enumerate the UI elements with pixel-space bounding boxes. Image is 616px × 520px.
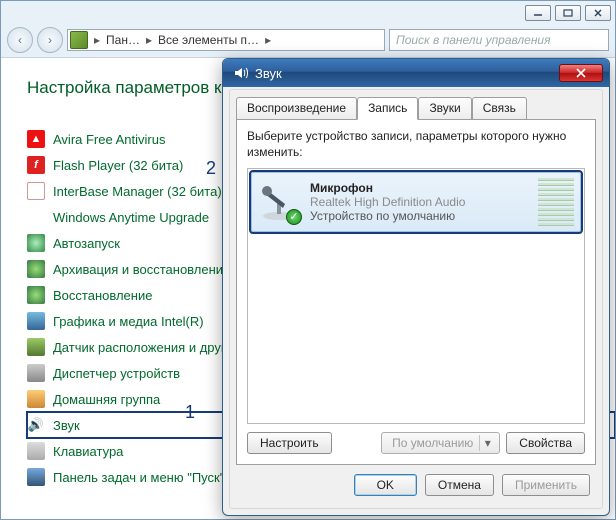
cp-item-label: Автозапуск bbox=[53, 236, 120, 251]
breadcrumb-separator: ▸ bbox=[144, 33, 154, 47]
set-default-dropdown[interactable]: По умолчанию ▾ bbox=[381, 432, 500, 454]
ok-button[interactable]: OK bbox=[354, 474, 417, 496]
control-panel-icon bbox=[70, 31, 88, 49]
sound-icon: 🔊 bbox=[27, 416, 45, 434]
dialog-buttons: OK Отмена Применить bbox=[354, 474, 590, 496]
device-row-microphone[interactable]: ✓ Микрофон Realtek High Definition Audio… bbox=[251, 172, 581, 232]
cancel-button[interactable]: Отмена bbox=[425, 474, 494, 496]
microphone-icon: ✓ bbox=[258, 181, 300, 223]
cp-item-label: Датчик расположения и други bbox=[53, 340, 233, 355]
speaker-icon bbox=[233, 65, 249, 81]
cp-item-label: Графика и медиа Intel(R) bbox=[53, 314, 204, 329]
breadcrumb-separator: ▸ bbox=[92, 33, 102, 47]
tab-pane-recording: Выберите устройство записи, параметры ко… bbox=[236, 119, 596, 465]
taskbar-icon bbox=[27, 468, 45, 486]
cp-item-label: Клавиатура bbox=[53, 444, 123, 459]
display-icon bbox=[27, 312, 45, 330]
annotation-2: 2 bbox=[206, 158, 216, 179]
address-bar[interactable]: ▸ Пан… ▸ Все элементы п… ▸ bbox=[67, 29, 385, 51]
refresh-icon bbox=[27, 260, 45, 278]
cp-item-label: Архивация и восстановление bbox=[53, 262, 230, 277]
configure-button[interactable]: Настроить bbox=[247, 432, 332, 454]
ib-icon bbox=[27, 182, 45, 200]
search-input[interactable]: Поиск в панели управления bbox=[389, 29, 609, 51]
cp-item-label: Flash Player (32 бита) bbox=[53, 158, 183, 173]
maximize-button[interactable] bbox=[555, 5, 581, 21]
close-button[interactable] bbox=[585, 5, 611, 21]
cp-item-label: Восстановление bbox=[53, 288, 152, 303]
refresh-icon bbox=[27, 286, 45, 304]
cp-item-label: Звук bbox=[53, 418, 80, 433]
tab-sounds[interactable]: Звуки bbox=[418, 97, 471, 120]
device-name: Микрофон bbox=[310, 181, 528, 195]
level-meter bbox=[538, 178, 574, 226]
annotation-1: 1 bbox=[185, 402, 195, 423]
device-status: Устройство по умолчанию bbox=[310, 209, 528, 223]
tab-recording[interactable]: Запись bbox=[357, 97, 418, 120]
default-check-icon: ✓ bbox=[286, 209, 302, 225]
win-icon bbox=[27, 208, 45, 226]
dialog-titlebar: Звук bbox=[223, 59, 609, 87]
properties-button[interactable]: Свойства bbox=[506, 432, 585, 454]
home-icon bbox=[27, 390, 45, 408]
tab-bar: Воспроизведение Запись Звуки Связь bbox=[236, 96, 602, 119]
avira-icon: ▲ bbox=[27, 130, 45, 148]
set-default-label: По умолчанию bbox=[392, 436, 473, 450]
breadcrumb-separator: ▸ bbox=[263, 33, 273, 47]
breadcrumb-seg-2[interactable]: Все элементы п… bbox=[158, 33, 259, 47]
dialog-close-button[interactable] bbox=[559, 64, 603, 82]
dialog-body: Воспроизведение Запись Звуки Связь Выбер… bbox=[229, 89, 603, 509]
nav-back-button[interactable]: ‹ bbox=[7, 27, 33, 53]
window-titlebar bbox=[1, 1, 615, 25]
kbd-icon bbox=[27, 442, 45, 460]
device-info: Микрофон Realtek High Definition Audio У… bbox=[310, 181, 528, 223]
device-pane-buttons: Настроить По умолчанию ▾ Свойства bbox=[247, 432, 585, 454]
device-list[interactable]: ✓ Микрофон Realtek High Definition Audio… bbox=[247, 168, 585, 424]
sound-dialog: Звук Воспроизведение Запись Звуки Связь … bbox=[222, 58, 610, 516]
cp-item-label: Windows Anytime Upgrade bbox=[53, 210, 209, 225]
instruction-text: Выберите устройство записи, параметры ко… bbox=[247, 128, 585, 160]
tab-playback[interactable]: Воспроизведение bbox=[236, 97, 357, 120]
navbar: ‹ › ▸ Пан… ▸ Все элементы п… ▸ Поиск в п… bbox=[1, 25, 615, 55]
nav-forward-button[interactable]: › bbox=[37, 27, 63, 53]
device-icon bbox=[27, 364, 45, 382]
tab-comm[interactable]: Связь bbox=[472, 97, 527, 120]
cp-item-label: InterBase Manager (32 бита) bbox=[53, 184, 222, 199]
apply-button[interactable]: Применить bbox=[502, 474, 590, 496]
minimize-button[interactable] bbox=[525, 5, 551, 21]
cp-item-label: Домашняя группа bbox=[53, 392, 160, 407]
cp-item-label: Панель задач и меню "Пуск" bbox=[53, 470, 224, 485]
device-driver: Realtek High Definition Audio bbox=[310, 195, 528, 209]
cp-item-label: Диспетчер устройств bbox=[53, 366, 180, 381]
cp-item-label: Avira Free Antivirus bbox=[53, 132, 165, 147]
chevron-down-icon: ▾ bbox=[479, 435, 495, 451]
dialog-title: Звук bbox=[255, 66, 282, 81]
sensor-icon bbox=[27, 338, 45, 356]
flash-icon: f bbox=[27, 156, 45, 174]
gear-icon bbox=[27, 234, 45, 252]
breadcrumb-seg-1[interactable]: Пан… bbox=[106, 33, 140, 47]
